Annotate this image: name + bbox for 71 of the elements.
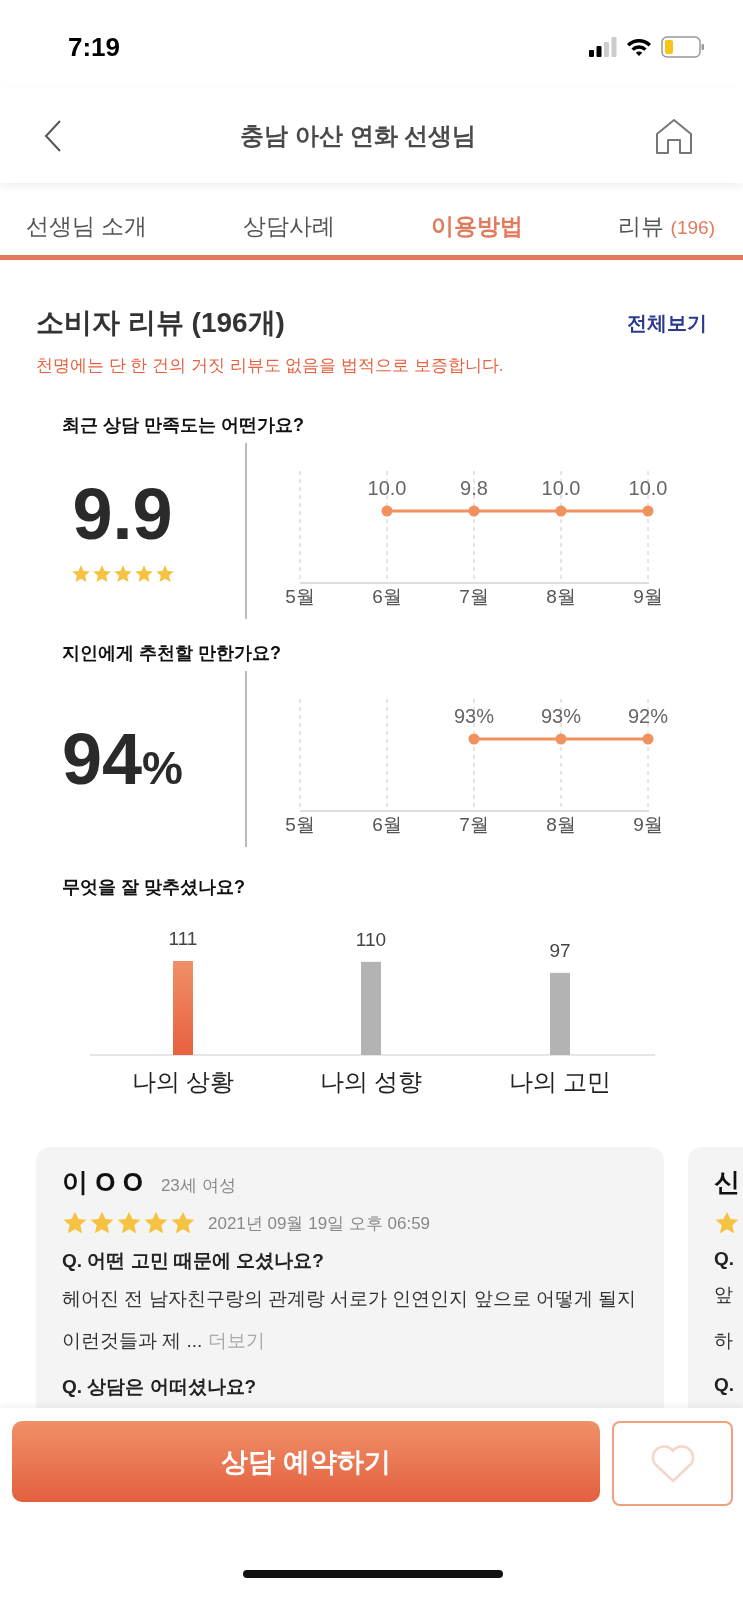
back-icon[interactable] [44, 119, 62, 152]
month-label: 9월 [633, 814, 663, 835]
value-label: 93% [541, 705, 581, 727]
tab[interactable]: 상담사례 [243, 204, 335, 248]
home-icon[interactable] [655, 117, 693, 154]
star-icon [70, 564, 91, 584]
data-point [468, 733, 480, 745]
data-point [642, 733, 654, 745]
review-answer: 헤어진 전 남자친구랑의 관계랑 서로가 인연인지 앞으로 어떻게 될지 이런것들과 제 ... 더보기 [62, 1287, 638, 1353]
month-label: 8월 [546, 586, 576, 607]
star-icon [62, 1210, 88, 1236]
category-label: 나의 상황 [131, 1068, 235, 1095]
month-label: 6월 [372, 814, 402, 835]
month-label: 5월 [285, 586, 315, 607]
month-label: 6월 [372, 586, 402, 607]
wifi-icon [626, 37, 652, 57]
tab[interactable]: 선생님 소개 [26, 204, 148, 248]
score-value: 94% [62, 723, 183, 795]
data-label: 110 [355, 928, 387, 950]
data-point [468, 505, 480, 517]
month-label: 8월 [546, 814, 576, 835]
view-all-link[interactable]: 전체보기 [627, 309, 707, 337]
signal-icon [589, 37, 617, 57]
section-title: 소비자 리뷰 (196개) [36, 306, 285, 340]
reviewer-info: 23세 여성 [160, 1175, 236, 1197]
question-heading: 최근 상담 만족도는 어떤가요? [62, 414, 305, 437]
status-time: 7:19 [68, 31, 121, 63]
month-label: 5월 [285, 814, 315, 835]
category-label: 나의 고민 [508, 1068, 612, 1095]
category-label: 나의 성향 [319, 1068, 423, 1095]
star-icon [143, 1210, 169, 1236]
page-title: 충남 아산 연화 선생님 [240, 120, 477, 151]
value-label: 10.0 [541, 477, 581, 499]
data-label: 97 [549, 939, 571, 961]
star-icon [91, 564, 112, 584]
star-icon [89, 1210, 115, 1236]
score-value: 9.9 [72, 478, 173, 550]
review-answer: 하 [714, 1329, 734, 1353]
question-heading: 무엇을 잘 맞추셨나요? [62, 876, 246, 899]
data-point [555, 505, 567, 517]
review-question: Q. [714, 1248, 736, 1270]
month-label: 7월 [459, 586, 489, 607]
review-question: Q. 상담은 어떠셨나요? [62, 1375, 258, 1399]
value-label: 93% [454, 705, 494, 727]
star-icon [170, 1210, 196, 1236]
star-icon [714, 1210, 740, 1236]
star-icon [116, 1210, 142, 1236]
question-heading: 지인에게 추천할 만한가요? [62, 642, 282, 665]
month-label: 7월 [459, 814, 489, 835]
battery-icon [661, 36, 705, 58]
value-label: 92% [628, 705, 668, 727]
notice-text: 천명에는 단 한 건의 거짓 리뷰도 없음을 법적으로 보증합니다. [36, 355, 505, 377]
value-label: 9.8 [460, 477, 488, 499]
review-question: Q. [714, 1374, 736, 1396]
value-label: 10.0 [628, 477, 668, 499]
data-point [642, 505, 654, 517]
month-label: 9월 [633, 586, 663, 607]
review-question: Q. 어떤 고민 때문에 오셨나요? [62, 1249, 325, 1273]
data-point [555, 733, 567, 745]
heart-icon [649, 1443, 696, 1484]
star-icon [133, 564, 154, 584]
data-point [381, 505, 393, 517]
reviewer-name: 신 [714, 1166, 740, 1199]
value-label: 10.0 [367, 477, 407, 499]
star-icon [154, 564, 175, 584]
tab[interactable]: 리뷰 (196) [618, 204, 715, 248]
review-date: 2021년 09월 19일 오후 06:59 [208, 1212, 431, 1235]
data-label: 111 [168, 928, 198, 949]
star-icon [112, 564, 133, 584]
review-answer: 앞 [714, 1283, 734, 1307]
reviewer-name: 이 O O [62, 1166, 143, 1199]
